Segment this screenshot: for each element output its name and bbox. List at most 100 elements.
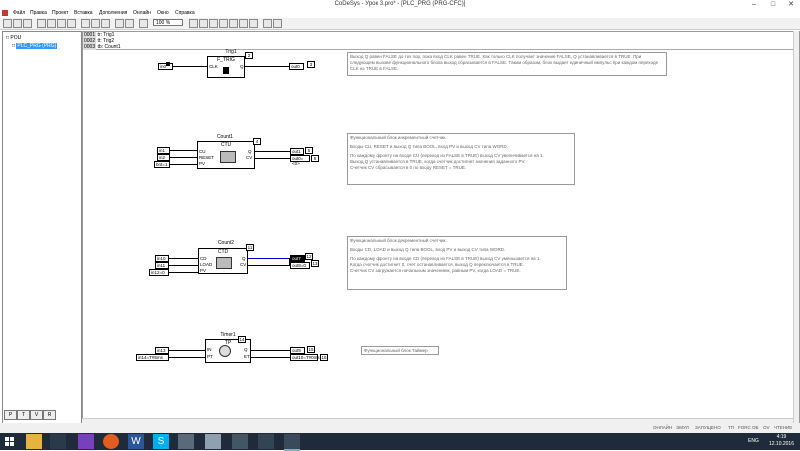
store-icon[interactable] — [50, 434, 66, 449]
ctd-comment[interactable]: Функциональный блок декрементный счетчик… — [347, 236, 567, 290]
element-number: 13 — [311, 260, 319, 267]
menu-edit[interactable]: Правка — [30, 9, 47, 18]
menu-extras[interactable]: Дополнения — [99, 9, 127, 18]
visual-studio-icon[interactable] — [78, 434, 94, 449]
menu-online[interactable]: Онлайн — [133, 9, 151, 18]
maximize-button[interactable]: □ — [765, 0, 781, 9]
output-var[interactable]: out9 — [290, 347, 305, 354]
app-icon[interactable] — [178, 434, 194, 449]
app-icon[interactable] — [232, 434, 248, 449]
menu-window[interactable]: Окно — [157, 9, 169, 18]
connection-line — [248, 265, 290, 267]
set-reset-icon[interactable] — [273, 19, 282, 28]
word-icon[interactable]: W — [128, 434, 144, 449]
tab-visualizations[interactable]: V — [30, 410, 43, 420]
element-number: 4 — [253, 138, 261, 145]
file-explorer-icon[interactable] — [26, 434, 42, 449]
input-var[interactable]: in13 — [155, 347, 169, 354]
comment-icon[interactable] — [249, 19, 258, 28]
return-icon[interactable] — [239, 19, 248, 28]
language-indicator[interactable]: ENG — [748, 438, 759, 444]
input-var[interactable]: bnt=1 — [154, 161, 170, 168]
declaration-text: tb: Count1 — [97, 44, 121, 50]
menu-file[interactable]: Файл — [13, 9, 25, 18]
skype-icon[interactable]: S — [153, 434, 169, 449]
firefox-icon[interactable] — [103, 434, 119, 449]
app-icon[interactable] — [258, 434, 274, 449]
new-icon[interactable] — [3, 19, 12, 28]
pin-reset: RESET — [199, 155, 215, 160]
login-icon[interactable] — [37, 19, 46, 28]
input-var[interactable]: in11 — [155, 262, 169, 269]
connection-line — [251, 357, 290, 359]
save-icon[interactable] — [23, 19, 32, 28]
force-values-icon[interactable] — [125, 19, 134, 28]
window-title: CoDeSys - Урок 3.pro* - [PLC_PRG (PRG-CF… — [334, 1, 466, 7]
element-number: 12 — [305, 253, 313, 260]
connection-line — [170, 150, 197, 152]
input-var[interactable]: in14=T#5ms — [136, 354, 169, 361]
connection-line — [169, 265, 198, 267]
run-icon[interactable] — [57, 19, 66, 28]
jump-icon[interactable] — [219, 19, 228, 28]
output-icon[interactable] — [199, 19, 208, 28]
stop-icon[interactable] — [67, 19, 76, 28]
toggle-breakpoint-icon[interactable] — [101, 19, 110, 28]
label-icon[interactable] — [229, 19, 238, 28]
menu-help[interactable]: Справка — [175, 9, 195, 18]
snipping-tool-icon[interactable] — [205, 434, 221, 449]
minimize-button[interactable]: – — [746, 0, 762, 9]
codesys-icon[interactable] — [284, 434, 300, 451]
fb-instance-name: Count1 — [216, 134, 234, 140]
input-var[interactable]: in2 — [157, 154, 170, 161]
negate-icon[interactable] — [263, 19, 272, 28]
output-var[interactable]: out1 — [290, 148, 304, 155]
box-icon[interactable] — [209, 19, 218, 28]
comment-line: Счетчик CV сбрасывается в 0 по входу RES… — [350, 165, 467, 170]
connection-line — [169, 272, 198, 274]
write-values-icon[interactable] — [115, 19, 124, 28]
tree-root-pou[interactable]: □ POU — [6, 35, 21, 42]
output-var[interactable]: out7 — [290, 255, 305, 262]
vertical-scrollbar[interactable] — [793, 31, 799, 423]
input-var[interactable]: in10 — [155, 255, 169, 262]
close-button[interactable]: ✕ — [783, 0, 799, 9]
open-icon[interactable] — [13, 19, 22, 28]
windows-start-icon[interactable] — [2, 434, 18, 449]
logout-icon[interactable] — [47, 19, 56, 28]
counter-icon — [216, 257, 232, 269]
element-number: 1 — [166, 62, 170, 67]
fb-type: F_TRIG — [217, 57, 235, 63]
input-var[interactable]: in12=0 — [149, 269, 169, 276]
input-icon[interactable] — [189, 19, 198, 28]
status-ovr: OV — [763, 425, 770, 430]
pin-q: Q — [244, 347, 248, 352]
element-number: 15 — [307, 346, 315, 353]
zoom-select[interactable]: 100 % — [153, 19, 183, 26]
app-icon — [2, 10, 8, 16]
tab-resources[interactable]: R — [43, 410, 56, 420]
output-var[interactable]: out0=<0> — [290, 155, 310, 166]
find-icon[interactable] — [139, 19, 148, 28]
pin-pv: PV — [199, 161, 206, 166]
input-var[interactable]: in1 — [157, 147, 170, 154]
pin-in: IN — [207, 347, 212, 352]
tab-pou[interactable]: P — [4, 410, 17, 420]
taskbar-clock[interactable]: 4:19 12.10.2016 — [769, 434, 794, 448]
ctu-comment[interactable]: Функциональный блок инкрементный счетчик… — [347, 133, 575, 185]
tree-item-plc-prg[interactable]: □ PLC_PRG (PRG) — [12, 43, 58, 50]
step-into-icon[interactable] — [91, 19, 100, 28]
menu-insert[interactable]: Вставка — [74, 9, 93, 18]
step-icon[interactable] — [81, 19, 90, 28]
pin-cd: CD — [200, 256, 207, 261]
ftrig-comment[interactable]: Выход Q равен FALSE до тех пор, пока вхо… — [347, 52, 667, 76]
tab-types[interactable]: T — [17, 410, 30, 420]
output-var[interactable]: out8=0 — [290, 262, 310, 269]
cfc-editor[interactable] — [82, 31, 800, 425]
tp-comment[interactable]: Функциональный блок Таймер — [361, 346, 439, 355]
connection-line — [255, 151, 290, 153]
menu-project[interactable]: Проект — [52, 9, 68, 18]
declaration-line[interactable]: 0003 tb: Count1 — [83, 44, 121, 50]
output-var[interactable]: out0 — [289, 63, 304, 70]
output-var[interactable]: out10=T#0ms — [290, 354, 320, 361]
